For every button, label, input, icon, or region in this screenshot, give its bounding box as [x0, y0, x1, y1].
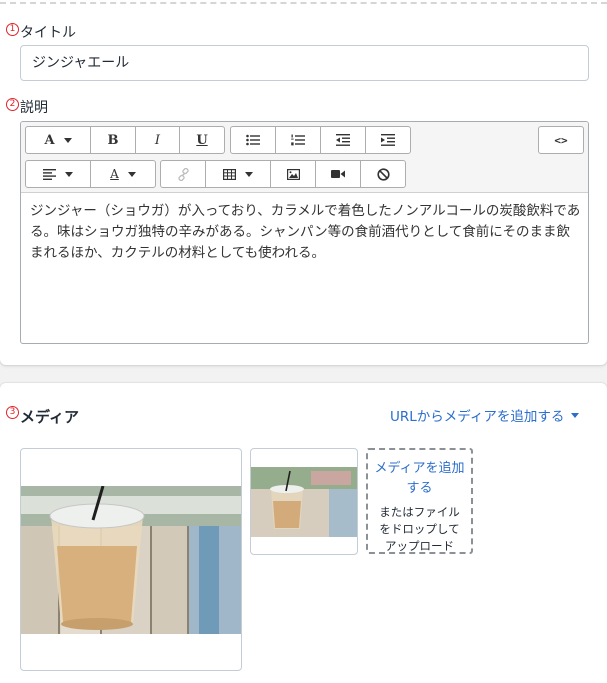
title-label: タイトル	[20, 25, 76, 41]
insert-image-button[interactable]	[270, 160, 316, 188]
indent-button[interactable]	[365, 126, 411, 154]
numbered-list-button[interactable]	[275, 126, 321, 154]
numbered-list-icon	[291, 134, 305, 146]
media-item-primary[interactable]	[20, 448, 242, 671]
editor-toolbar: A B I U <> A	[21, 122, 588, 193]
bullet-list-button[interactable]	[230, 126, 276, 154]
caret-down-icon	[63, 137, 72, 143]
code-view-button[interactable]: <>	[538, 126, 584, 154]
font-style-icon: A	[44, 132, 55, 148]
ginger-ale-photo	[21, 486, 241, 634]
description-label: 説明	[20, 100, 48, 116]
ginger-ale-thumbnail	[251, 467, 357, 537]
font-style-dropdown[interactable]: A	[25, 126, 91, 154]
step-marker-2: 2	[6, 98, 19, 111]
media-dropzone[interactable]: メディアを追加する またはファイルをドロップしてアップロード	[366, 448, 473, 554]
align-left-icon	[43, 168, 56, 180]
add-media-from-url-button[interactable]: URLからメディアを追加する	[390, 405, 580, 425]
caret-down-icon	[571, 412, 580, 418]
outdent-icon	[336, 134, 350, 146]
step-marker-3: 3	[6, 406, 19, 419]
image-icon	[286, 168, 300, 180]
title-input[interactable]: ジンジャエール	[20, 45, 589, 81]
step-marker-1: 1	[6, 23, 19, 36]
clear-format-icon	[376, 167, 390, 181]
bold-button[interactable]: B	[90, 126, 136, 154]
link-icon	[177, 167, 189, 181]
outdent-button[interactable]	[320, 126, 366, 154]
font-color-dropdown[interactable]: A	[90, 160, 156, 188]
font-color-icon: A	[110, 167, 119, 181]
table-dropdown[interactable]	[205, 160, 271, 188]
caret-down-icon	[245, 171, 253, 177]
list-group	[230, 126, 411, 154]
dropzone-add-media-link[interactable]: メディアを追加する	[368, 459, 471, 499]
code-view-group: <>	[538, 126, 584, 154]
align-dropdown[interactable]	[25, 160, 91, 188]
clear-format-button[interactable]	[360, 160, 406, 188]
description-content[interactable]: ジンジャー（ショウガ）が入っており、カラメルで着色したノンアルコールの炭酸飲料で…	[30, 201, 582, 264]
underline-button[interactable]: U	[179, 126, 225, 154]
add-media-from-url-label: URLからメディアを追加する	[390, 409, 565, 425]
insert-video-button[interactable]	[315, 160, 361, 188]
table-icon	[223, 168, 236, 180]
paragraph-group: A	[25, 160, 156, 188]
text-style-group: A B I U	[25, 126, 225, 154]
caret-down-icon	[65, 171, 73, 177]
link-button[interactable]	[160, 160, 206, 188]
caret-down-icon	[127, 171, 136, 177]
media-heading: メディア	[20, 408, 79, 426]
video-icon	[331, 170, 345, 178]
description-editor: A B I U <> A ジンジャー（ショウガ）が入っており、カラメルで着色した…	[20, 121, 589, 344]
media-item-thumbnail[interactable]	[250, 448, 358, 555]
dropzone-hint-text: またはファイルをドロップしてアップロード	[379, 505, 460, 553]
insert-group	[160, 160, 406, 188]
indent-icon	[381, 134, 395, 146]
italic-button[interactable]: I	[135, 126, 180, 154]
bullet-list-icon	[246, 134, 260, 146]
